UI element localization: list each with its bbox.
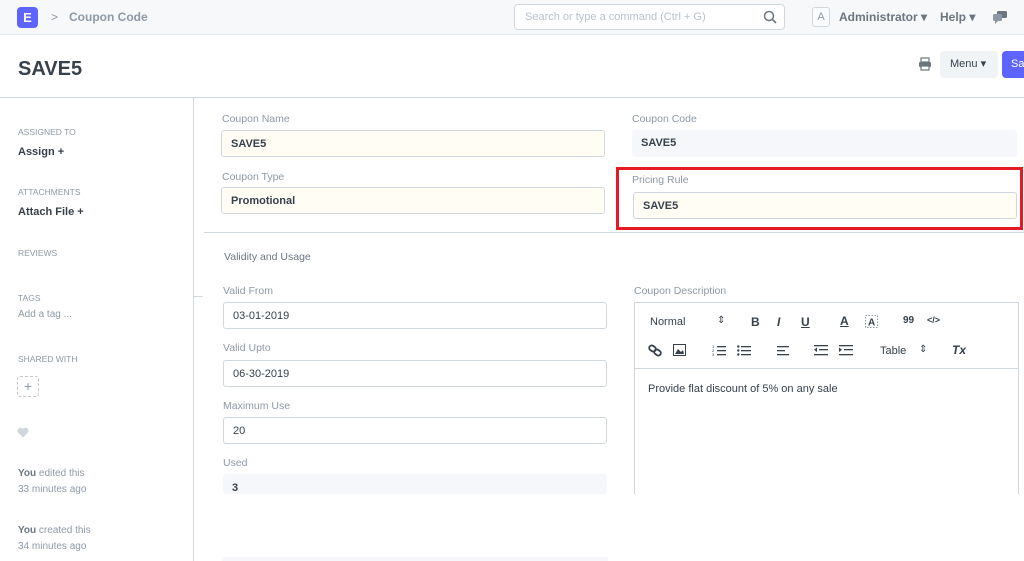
italic-button[interactable]: I <box>777 315 780 329</box>
section-title-validity: Validity and Usage <box>224 251 311 263</box>
indent-icon[interactable] <box>839 344 853 356</box>
attach-file-button[interactable]: Attach File + <box>18 206 84 218</box>
coupon-code-field: SAVE5 <box>632 130 1017 157</box>
blockquote-button[interactable]: 99 <box>903 315 914 326</box>
editor-toolbar: Normal ⇕ B I U A A 99 </> 1 2 3 Table ⇕ … <box>635 303 1018 369</box>
coupon-name-label: Coupon Name <box>222 113 290 125</box>
svg-text:A: A <box>868 318 875 329</box>
section-footer <box>222 557 608 561</box>
user-menu[interactable]: Administrator ▾ <box>839 10 927 24</box>
shared-with-label: SHARED WITH <box>18 354 78 364</box>
section-divider <box>194 296 203 297</box>
activity-user: You <box>18 525 37 536</box>
search-placeholder: Search or type a command (Ctrl + G) <box>525 11 706 23</box>
format-select-arrows-icon[interactable]: ⇕ <box>717 315 725 326</box>
valid-upto-field[interactable]: 06-30-2019 <box>223 360 607 387</box>
activity-item: You edited this 33 minutes ago <box>18 466 86 498</box>
caret-down-icon: ▾ <box>969 10 976 24</box>
coupon-type-select[interactable]: Promotional <box>221 187 605 214</box>
menu-button[interactable]: Menu ▾ <box>940 51 998 78</box>
activity-time: 34 minutes ago <box>18 541 87 552</box>
ordered-list-icon[interactable]: 1 2 3 <box>712 344 726 356</box>
user-name: Administrator <box>839 10 918 24</box>
coupon-type-label: Coupon Type <box>222 171 285 183</box>
background-color-icon[interactable]: A <box>865 315 878 328</box>
font-color-button[interactable]: A <box>840 314 849 328</box>
save-button[interactable]: Save <box>1002 51 1024 78</box>
underline-button[interactable]: U <box>801 315 810 329</box>
svg-text:3: 3 <box>712 352 715 356</box>
menu-label: Menu <box>950 58 978 70</box>
navbar: E > Coupon Code Search or type a command… <box>0 0 1024 35</box>
bold-button[interactable]: B <box>751 315 760 329</box>
valid-upto-label: Valid Upto <box>223 342 271 354</box>
heart-icon[interactable] <box>17 427 29 438</box>
outdent-icon[interactable] <box>814 344 828 356</box>
activity-user: You <box>18 468 37 479</box>
add-tag-link[interactable]: Add a tag ... <box>18 309 72 320</box>
attachments-label: ATTACHMENTS <box>18 187 81 197</box>
format-select[interactable]: Normal <box>650 316 685 328</box>
valid-from-field[interactable]: 03-01-2019 <box>223 302 607 329</box>
link-icon[interactable] <box>648 344 662 357</box>
section-divider <box>204 232 1024 233</box>
chevron-right-icon: > <box>51 10 59 24</box>
user-avatar[interactable]: A <box>812 7 830 27</box>
used-field: 3 <box>223 474 607 494</box>
align-icon[interactable] <box>777 344 790 356</box>
print-icon[interactable] <box>918 57 932 71</box>
used-label: Used <box>223 457 248 469</box>
search-icon[interactable] <box>762 9 778 25</box>
bullet-list-icon[interactable] <box>737 344 751 356</box>
table-select[interactable]: Table <box>880 345 906 357</box>
breadcrumb-coupon-code[interactable]: Coupon Code <box>69 10 148 24</box>
maximum-use-label: Maximum Use <box>223 400 291 412</box>
description-editor[interactable]: Normal ⇕ B I U A A 99 </> 1 2 3 Table ⇕ … <box>634 302 1019 494</box>
highlight-box <box>616 167 1023 230</box>
chat-icon[interactable] <box>992 10 1008 24</box>
activity-item: You created this 34 minutes ago <box>18 523 91 555</box>
add-share-button[interactable]: + <box>17 376 39 397</box>
activity-time: 33 minutes ago <box>18 484 87 495</box>
valid-from-label: Valid From <box>223 285 273 297</box>
caret-down-icon: ▾ <box>921 10 928 24</box>
assign-button[interactable]: Assign + <box>18 146 64 158</box>
caret-down-icon: ▾ <box>980 58 987 70</box>
search-input[interactable]: Search or type a command (Ctrl + G) <box>514 4 785 30</box>
code-block-button[interactable]: </> <box>927 315 940 325</box>
help-label: Help <box>940 10 967 24</box>
app-logo[interactable]: E <box>17 7 38 28</box>
maximum-use-field[interactable]: 20 <box>223 417 607 444</box>
reviews-label: REVIEWS <box>18 248 58 258</box>
activity-action: edited this <box>36 468 85 479</box>
page-title: SAVE5 <box>18 58 83 80</box>
coupon-description-label: Coupon Description <box>634 285 727 297</box>
table-select-arrows-icon[interactable]: ⇕ <box>919 344 927 355</box>
image-icon[interactable] <box>673 344 686 356</box>
clear-format-button[interactable]: Tx <box>952 343 966 357</box>
activity-action: created this <box>36 525 91 536</box>
page-header: SAVE5 Menu ▾ Save <box>0 36 1024 98</box>
assigned-to-label: ASSIGNED TO <box>18 127 76 137</box>
form-sidebar: ASSIGNED TO Assign + ATTACHMENTS Attach … <box>0 98 194 561</box>
tags-label: TAGS <box>18 293 41 303</box>
coupon-code-label: Coupon Code <box>632 113 697 125</box>
help-menu[interactable]: Help ▾ <box>940 10 975 24</box>
description-text[interactable]: Provide flat discount of 5% on any sale <box>648 383 838 395</box>
coupon-name-field[interactable]: SAVE5 <box>221 130 605 157</box>
